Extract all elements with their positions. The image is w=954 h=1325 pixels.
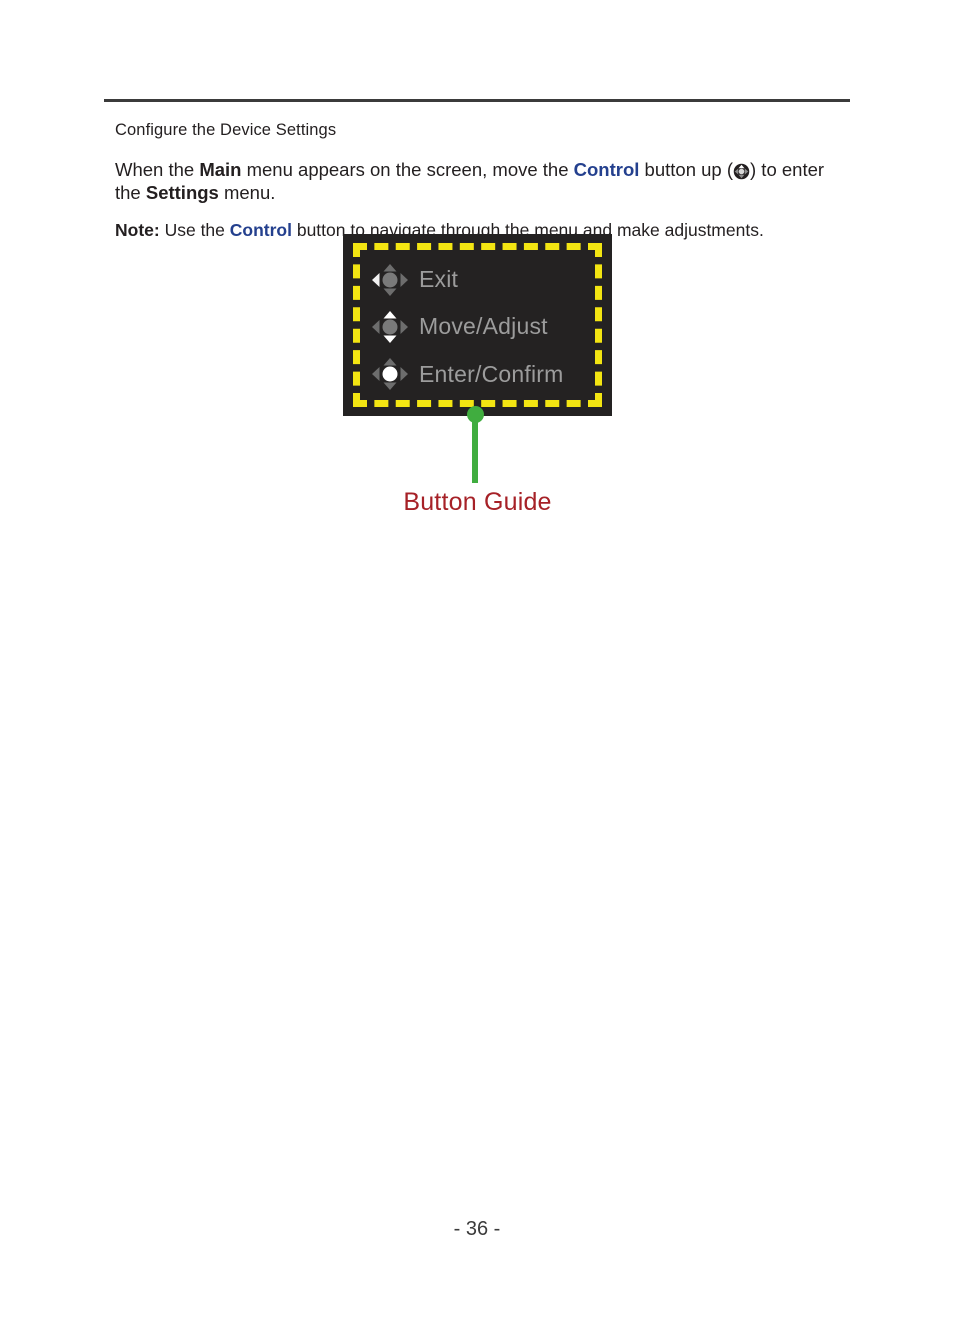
page-number: - 36 -	[453, 1218, 501, 1240]
osd-row-list: Exit Move/Adjust Enter/Confirm	[369, 256, 594, 398]
bold-settings: Settings	[145, 182, 219, 203]
instruction-paragraph: When the Main menu appears on the screen…	[115, 158, 845, 204]
section-subheading: Configure the Device Settings	[115, 121, 337, 139]
osd-row-label: Move/Adjust	[419, 313, 548, 340]
paragraph-segment-5: menu.	[218, 182, 276, 203]
paragraph-segment-2: menu appears on the screen, move the	[241, 159, 574, 180]
dpad-up-down-icon	[369, 309, 411, 345]
paragraph-segment-1: When the	[115, 159, 200, 180]
paragraph-segment-3: button up (	[639, 159, 733, 180]
dpad-left-icon	[369, 262, 411, 298]
note-label: Note:	[115, 220, 160, 240]
control-keyword: Control	[229, 220, 292, 240]
osd-row-label: Exit	[419, 266, 459, 293]
document-body: Configure the Device Settings When the M…	[115, 118, 845, 242]
dpad-center-icon	[369, 356, 411, 392]
osd-button-guide-figure: Exit Move/Adjust Enter/Confirm	[343, 234, 612, 416]
callout-leader-line	[472, 413, 478, 483]
osd-row: Exit	[369, 260, 594, 300]
osd-row: Enter/Confirm	[369, 354, 594, 394]
note-segment-1: Use the	[159, 220, 230, 240]
osd-row-label: Enter/Confirm	[419, 360, 564, 387]
callout-anchor-dot	[467, 406, 484, 423]
control-keyword: Control	[573, 159, 640, 180]
bold-main: Main	[199, 159, 242, 180]
header-divider	[104, 99, 850, 102]
osd-row: Move/Adjust	[369, 307, 594, 347]
callout-label: Button Guide	[403, 488, 552, 516]
dpad-up-icon	[733, 162, 750, 180]
